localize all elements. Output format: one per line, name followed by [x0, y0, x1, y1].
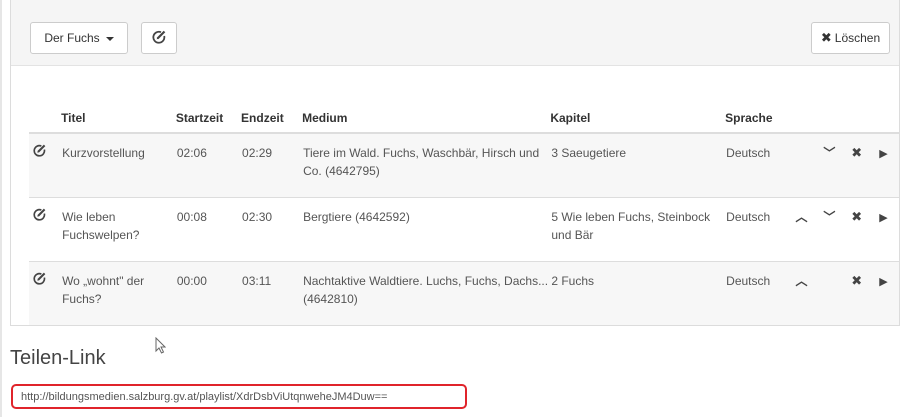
row-language: Deutsch	[725, 132, 795, 198]
delete-playlist-button[interactable]: ✖ Löschen	[811, 22, 890, 54]
header-chapter: Kapitel	[550, 104, 726, 134]
row-language: Deutsch	[725, 197, 795, 262]
playlist-dropdown-button[interactable]: Der Fuchs	[30, 22, 128, 54]
playlist-dropdown-label: Der Fuchs	[44, 31, 100, 45]
edit-icon[interactable]	[33, 208, 46, 221]
row-end: 02:29	[241, 132, 303, 198]
row-move-down-cell: ﹀	[822, 197, 851, 262]
row-title: Wo „wohnt" der Fuchs?	[61, 261, 176, 325]
row-move-up-cell: ︿	[794, 261, 823, 325]
header-end: Endzeit	[241, 104, 303, 134]
header-title: Titel	[61, 104, 176, 134]
row-remove-cell: ✖	[850, 197, 879, 262]
caret-down-icon	[105, 36, 114, 41]
edit-icon	[152, 30, 166, 47]
chevron-up-icon[interactable]: ︿	[795, 272, 807, 290]
chevron-down-icon[interactable]: ﹀	[823, 208, 835, 226]
chevron-up-icon[interactable]: ︿	[795, 208, 807, 226]
table-row: Wie leben Fuchswelpen? 00:08 02:30 Bergt…	[29, 197, 899, 262]
play-icon[interactable]: ▶	[879, 273, 887, 291]
row-title: Kurzvorstellung	[61, 132, 176, 198]
row-move-up-cell	[794, 132, 823, 198]
row-start: 00:00	[175, 261, 242, 325]
row-play-cell: ▶	[878, 132, 899, 198]
edit-playlist-button[interactable]	[141, 22, 177, 54]
header-start: Startzeit	[175, 104, 242, 134]
row-end: 02:30	[241, 197, 303, 262]
table-row: Wo „wohnt" der Fuchs? 00:00 03:11 Nachta…	[29, 261, 899, 325]
row-play-cell: ▶	[878, 197, 899, 262]
row-edit-cell	[29, 197, 62, 262]
close-icon[interactable]: ✖	[851, 144, 862, 162]
delete-label: Löschen	[834, 31, 881, 45]
play-icon[interactable]: ▶	[879, 145, 887, 163]
header-language: Sprache	[725, 104, 795, 134]
edit-icon[interactable]	[33, 144, 46, 157]
header-edit	[29, 104, 62, 134]
row-language: Deutsch	[725, 261, 795, 325]
play-icon[interactable]: ▶	[879, 209, 887, 227]
row-play-cell: ▶	[878, 261, 899, 325]
row-medium: Nachtaktive Waldtiere. Luchs, Fuchs, Dac…	[302, 261, 551, 325]
row-medium: Tiere im Wald. Fuchs, Waschbär, Hirsch u…	[302, 132, 551, 198]
playlist-panel: Der Fuchs ✖ Löschen Titel Startzeit Endz…	[10, 0, 900, 326]
edit-icon[interactable]	[33, 272, 46, 285]
close-icon: ✖	[820, 30, 832, 45]
row-remove-cell: ✖	[850, 132, 879, 198]
row-chapter: 3 Saeugetiere	[550, 132, 726, 198]
row-title: Wie leben Fuchswelpen?	[61, 197, 176, 262]
chevron-down-icon[interactable]: ﹀	[823, 144, 835, 162]
header-play	[878, 104, 899, 134]
row-edit-cell	[29, 261, 62, 325]
header-medium: Medium	[302, 104, 551, 134]
table-header-row: Titel Startzeit Endzeit Medium Kapitel S…	[29, 104, 899, 134]
page: Der Fuchs ✖ Löschen Titel Startzeit Endz…	[0, 0, 902, 417]
row-edit-cell	[29, 132, 62, 198]
mouse-pointer-icon	[155, 336, 167, 359]
header-remove	[850, 104, 879, 134]
header-move-down	[822, 104, 851, 134]
panel-header: Der Fuchs ✖ Löschen	[11, 0, 899, 66]
row-move-up-cell: ︿	[794, 197, 823, 262]
row-remove-cell: ✖	[850, 261, 879, 325]
row-chapter: 2 Fuchs	[550, 261, 726, 325]
row-start: 02:06	[175, 132, 242, 198]
row-end: 03:11	[241, 261, 303, 325]
row-move-down-cell: ﹀	[822, 132, 851, 198]
share-link-field[interactable]: http://bildungsmedien.salzburg.gv.at/pla…	[11, 384, 467, 409]
row-move-down-cell	[822, 261, 851, 325]
close-icon[interactable]: ✖	[851, 272, 862, 290]
table-row: Kurzvorstellung 02:06 02:29 Tiere im Wal…	[29, 132, 899, 198]
row-start: 00:08	[175, 197, 242, 262]
share-link-heading: Teilen-Link	[10, 347, 106, 369]
row-chapter: 5 Wie leben Fuchs, Steinbock und Bär	[550, 197, 726, 262]
close-icon[interactable]: ✖	[851, 208, 862, 226]
playlist-table: Titel Startzeit Endzeit Medium Kapitel S…	[29, 104, 899, 325]
header-move-up	[794, 104, 823, 134]
row-medium: Bergtiere (4642592)	[302, 197, 551, 262]
